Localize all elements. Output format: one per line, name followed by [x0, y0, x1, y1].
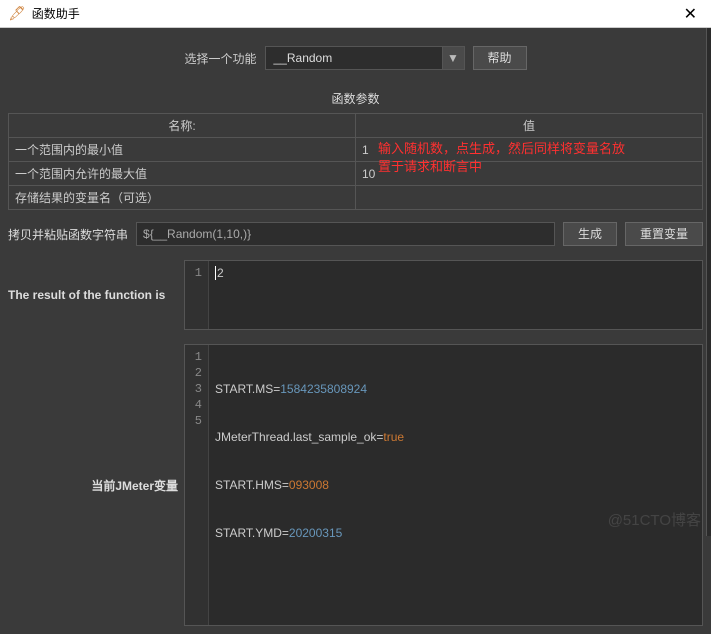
param-name: 一个范围内允许的最大值: [9, 162, 356, 186]
header-name: 名称:: [9, 114, 356, 138]
dialog-body: 选择一个功能 __Random ▼ 帮助 函数参数 名称: 值 一个范围内的最小…: [0, 28, 711, 634]
function-combobox[interactable]: __Random ▼: [265, 46, 465, 70]
close-icon[interactable]: ✕: [678, 4, 703, 24]
result-value: 2: [215, 266, 224, 280]
param-value[interactable]: 10: [356, 162, 703, 186]
table-header-row: 名称: 值: [9, 114, 703, 138]
vars-label: 当前JMeter变量: [8, 344, 178, 626]
vars-line: START.HMS=093008: [215, 477, 696, 493]
copy-string-label: 拷贝并粘贴函数字符串: [8, 226, 128, 243]
function-combobox-value: __Random: [266, 51, 442, 65]
param-value[interactable]: [356, 186, 703, 210]
vars-area: 当前JMeter变量 12345 START.MS=1584235808924 …: [8, 344, 703, 626]
feather-icon: 🖋: [8, 5, 26, 22]
result-gutter: 1: [185, 261, 209, 329]
param-name: 一个范围内的最小值: [9, 138, 356, 162]
scroll-track[interactable]: [706, 28, 711, 536]
reset-vars-button[interactable]: 重置变量: [625, 222, 703, 246]
vars-content: START.MS=1584235808924 JMeterThread.last…: [209, 345, 702, 625]
result-area: The result of the function is 1 2: [8, 260, 703, 330]
table-row[interactable]: 一个范围内的最小值 1: [9, 138, 703, 162]
generate-button[interactable]: 生成: [563, 222, 617, 246]
function-string-input[interactable]: [136, 222, 555, 246]
function-select-row: 选择一个功能 __Random ▼ 帮助: [8, 36, 703, 84]
result-label: The result of the function is: [8, 260, 178, 330]
chevron-down-icon[interactable]: ▼: [442, 47, 464, 69]
help-button[interactable]: 帮助: [473, 46, 527, 70]
vars-line: START.YMD=20200315: [215, 525, 696, 541]
result-content: 2: [209, 261, 702, 329]
param-value[interactable]: 1: [356, 138, 703, 162]
param-table: 名称: 值 一个范围内的最小值 1 一个范围内允许的最大值 10 存储结果的变量…: [8, 113, 703, 210]
vars-box[interactable]: 12345 START.MS=1584235808924 JMeterThrea…: [184, 344, 703, 626]
vars-gutter: 12345: [185, 345, 209, 625]
table-row[interactable]: 存储结果的变量名（可选）: [9, 186, 703, 210]
vars-line: START.MS=1584235808924: [215, 381, 696, 397]
header-value: 值: [356, 114, 703, 138]
vars-line: [215, 573, 696, 589]
table-row[interactable]: 一个范围内允许的最大值 10: [9, 162, 703, 186]
result-box[interactable]: 1 2: [184, 260, 703, 330]
param-section-title: 函数参数: [8, 84, 703, 113]
titlebar: 🖋 函数助手 ✕: [0, 0, 711, 28]
vars-line: JMeterThread.last_sample_ok=true: [215, 429, 696, 445]
function-select-label: 选择一个功能: [184, 50, 256, 67]
dialog-title: 函数助手: [32, 5, 678, 22]
param-name: 存储结果的变量名（可选）: [9, 186, 356, 210]
copy-string-row: 拷贝并粘贴函数字符串 生成 重置变量: [8, 210, 703, 252]
